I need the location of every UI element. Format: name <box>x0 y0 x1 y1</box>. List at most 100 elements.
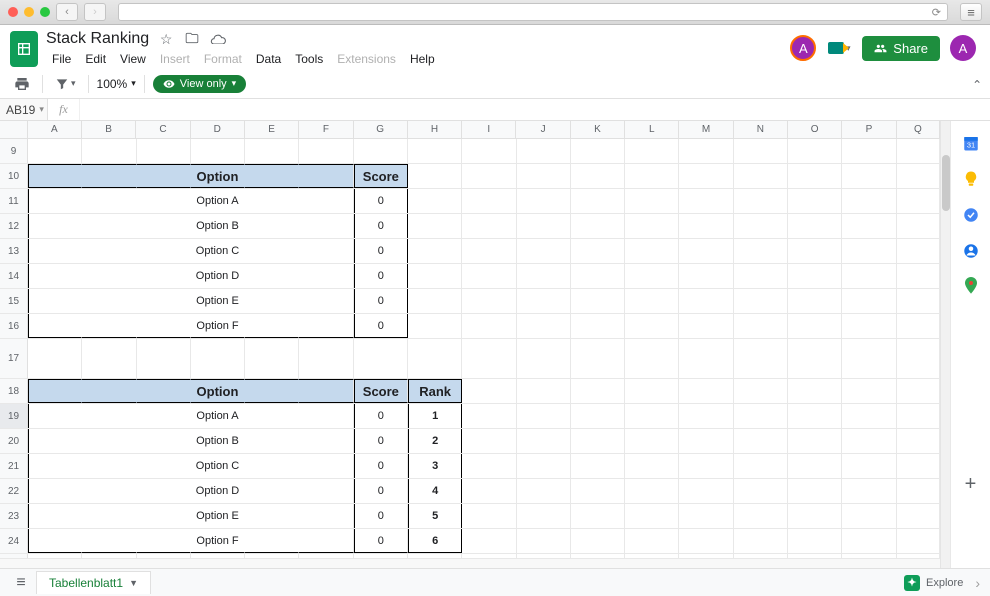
cell-L17[interactable] <box>625 339 679 378</box>
formula-input[interactable] <box>80 99 990 120</box>
cell-C9[interactable] <box>137 139 191 163</box>
cell-N15[interactable] <box>734 289 788 313</box>
cell-D15[interactable]: Option E <box>191 289 245 313</box>
cell-C19[interactable] <box>137 404 191 428</box>
cell-I12[interactable] <box>462 214 516 238</box>
cell-E18[interactable] <box>245 379 299 403</box>
explore-button[interactable]: ✦ Explore <box>904 575 963 591</box>
col-header-D[interactable]: D <box>191 121 245 138</box>
cell-B18[interactable] <box>82 379 136 403</box>
cell-A24[interactable] <box>28 529 82 553</box>
cell-L21[interactable] <box>625 454 679 478</box>
cell-C22[interactable] <box>137 479 191 503</box>
cell-O25[interactable] <box>788 554 842 558</box>
hide-side-panel-icon[interactable]: › <box>975 575 980 591</box>
menu-format[interactable]: Format <box>198 50 248 68</box>
cell-E11[interactable] <box>245 189 299 213</box>
cell-D24[interactable]: Option F <box>191 529 245 553</box>
cell-A11[interactable] <box>28 189 82 213</box>
cell-A25[interactable] <box>28 554 82 558</box>
cell-Q24[interactable] <box>897 529 940 553</box>
cell-M22[interactable] <box>679 479 733 503</box>
collapse-toolbar-icon[interactable]: ⌄ <box>972 77 982 91</box>
cell-A17[interactable] <box>28 339 82 378</box>
cell-B11[interactable] <box>82 189 136 213</box>
row-header-16[interactable]: 16 <box>0 314 28 338</box>
cell-J16[interactable] <box>517 314 571 338</box>
menu-file[interactable]: File <box>46 50 77 68</box>
cell-N16[interactable] <box>734 314 788 338</box>
row-header-20[interactable]: 20 <box>0 429 28 453</box>
cell-P25[interactable] <box>842 554 896 558</box>
cell-M11[interactable] <box>679 189 733 213</box>
cell-A13[interactable] <box>28 239 82 263</box>
cell-H24[interactable]: 6 <box>408 529 462 553</box>
sheet-tab[interactable]: Tabellenblatt1 ▼ <box>36 571 151 594</box>
row-header-18[interactable]: 18 <box>0 379 28 403</box>
cell-P22[interactable] <box>842 479 896 503</box>
cell-L20[interactable] <box>625 429 679 453</box>
cell-K22[interactable] <box>571 479 625 503</box>
cell-J25[interactable] <box>517 554 571 558</box>
cell-J11[interactable] <box>517 189 571 213</box>
view-only-pill[interactable]: View only ▾ <box>153 75 246 93</box>
cell-J20[interactable] <box>517 429 571 453</box>
cell-P10[interactable] <box>842 164 896 188</box>
cell-G19[interactable]: 0 <box>354 404 408 428</box>
share-button[interactable]: Share <box>862 36 940 61</box>
cell-F21[interactable] <box>299 454 353 478</box>
menu-tools[interactable]: Tools <box>289 50 329 68</box>
close-window-icon[interactable] <box>8 7 18 17</box>
cell-C18[interactable] <box>137 379 191 403</box>
row-header-13[interactable]: 13 <box>0 239 28 263</box>
cell-J15[interactable] <box>517 289 571 313</box>
cell-G13[interactable]: 0 <box>354 239 408 263</box>
col-header-A[interactable]: A <box>28 121 82 138</box>
cell-Q19[interactable] <box>897 404 940 428</box>
cell-K21[interactable] <box>571 454 625 478</box>
col-header-O[interactable]: O <box>788 121 842 138</box>
cell-I23[interactable] <box>462 504 516 528</box>
cell-P23[interactable] <box>842 504 896 528</box>
cell-D10[interactable]: Option <box>191 164 245 188</box>
cell-N12[interactable] <box>734 214 788 238</box>
cell-N22[interactable] <box>734 479 788 503</box>
cell-E15[interactable] <box>245 289 299 313</box>
cell-Q25[interactable] <box>897 554 940 558</box>
account-avatar[interactable]: A <box>950 35 976 61</box>
cell-M23[interactable] <box>679 504 733 528</box>
cell-H23[interactable]: 5 <box>408 504 462 528</box>
cell-A21[interactable] <box>28 454 82 478</box>
cell-G17[interactable] <box>354 339 408 378</box>
cell-H13[interactable] <box>408 239 462 263</box>
cell-N10[interactable] <box>734 164 788 188</box>
cell-M19[interactable] <box>679 404 733 428</box>
cell-D21[interactable]: Option C <box>191 454 245 478</box>
cell-N20[interactable] <box>734 429 788 453</box>
cell-E9[interactable] <box>245 139 299 163</box>
cell-F12[interactable] <box>299 214 353 238</box>
cell-E13[interactable] <box>245 239 299 263</box>
cell-E21[interactable] <box>245 454 299 478</box>
cell-I17[interactable] <box>462 339 516 378</box>
cell-L18[interactable] <box>625 379 679 403</box>
cell-C15[interactable] <box>137 289 191 313</box>
cell-D16[interactable]: Option F <box>191 314 245 338</box>
cell-K16[interactable] <box>571 314 625 338</box>
contacts-icon[interactable] <box>961 241 981 261</box>
cell-M10[interactable] <box>679 164 733 188</box>
cell-B13[interactable] <box>82 239 136 263</box>
col-header-L[interactable]: L <box>625 121 679 138</box>
column-headers[interactable]: ABCDEFGHIJKLMNOPQ <box>0 121 940 139</box>
cell-L19[interactable] <box>625 404 679 428</box>
cell-P16[interactable] <box>842 314 896 338</box>
cell-O16[interactable] <box>788 314 842 338</box>
cell-A22[interactable] <box>28 479 82 503</box>
cell-N23[interactable] <box>734 504 788 528</box>
cloud-status-icon[interactable] <box>209 31 227 47</box>
row-header-23[interactable]: 23 <box>0 504 28 528</box>
cell-E19[interactable] <box>245 404 299 428</box>
cell-J18[interactable] <box>517 379 571 403</box>
col-header-I[interactable]: I <box>462 121 516 138</box>
cell-G11[interactable]: 0 <box>354 189 408 213</box>
